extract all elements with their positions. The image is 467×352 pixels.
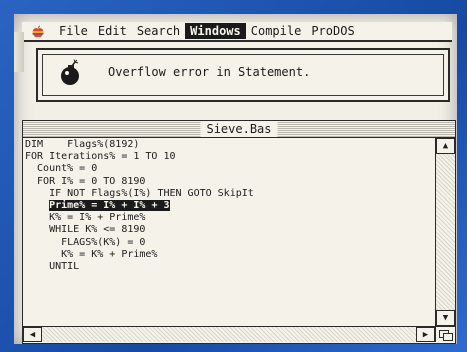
resize-box-icon[interactable]: [435, 326, 455, 342]
menu-compile[interactable]: Compile: [246, 23, 307, 39]
code-line[interactable]: K% = K% + Prime%: [25, 249, 433, 261]
code-line[interactable]: Count% = 0: [25, 163, 433, 175]
code-line[interactable]: IF NOT Flags%(I%) THEN GOTO SkipIt: [25, 188, 433, 200]
scroll-down-arrow-icon[interactable]: ▼: [436, 310, 455, 326]
apple-menu-icon[interactable]: [30, 24, 46, 38]
screen: File Edit Search Windows Compile ProDOS …: [14, 14, 457, 344]
code-line-highlighted[interactable]: Prime% = I% + I% + 3: [25, 199, 433, 212]
code-line[interactable]: UNTIL: [25, 261, 433, 273]
menu-search[interactable]: Search: [132, 23, 185, 39]
error-highlight: Prime% = I% + I% + 3: [49, 199, 170, 211]
scroll-right-arrow-icon[interactable]: ▶: [416, 327, 435, 342]
menu-windows[interactable]: Windows: [185, 23, 246, 39]
window-title: Sieve.Bas: [200, 121, 278, 137]
menu-edit[interactable]: Edit: [93, 23, 132, 39]
code-line[interactable]: DIM Flags%(8192): [25, 139, 433, 151]
bomb-icon: [58, 59, 84, 87]
resize-box-front: [443, 333, 453, 341]
code-editor[interactable]: DIM Flags%(8192) FOR Iterations% = 1 TO …: [25, 139, 433, 325]
error-alert: Overflow error in Statement.: [36, 48, 450, 102]
window-title-bar[interactable]: Sieve.Bas: [23, 121, 455, 138]
menu-prodos[interactable]: ProDOS: [306, 23, 359, 39]
code-line[interactable]: FOR I% = 0 TO 8190: [25, 176, 433, 188]
scroll-up-arrow-icon[interactable]: ▲: [436, 138, 455, 154]
alert-message: Overflow error in Statement.: [108, 65, 311, 79]
code-line[interactable]: FOR Iterations% = 1 TO 10: [25, 151, 433, 163]
menu-bar: File Edit Search Windows Compile ProDOS: [22, 22, 452, 42]
page-curl: [14, 32, 24, 72]
code-line[interactable]: FLAGS%(K%) = 0: [25, 237, 433, 249]
code-line[interactable]: WHILE K% <= 8190: [25, 224, 433, 236]
vertical-scrollbar[interactable]: ▲ ▼: [435, 138, 455, 326]
scroll-left-arrow-icon[interactable]: ◀: [23, 327, 42, 342]
code-line[interactable]: K% = I% + Prime%: [25, 212, 433, 224]
horizontal-scrollbar[interactable]: ◀ ▶: [23, 326, 435, 342]
editor-window: Sieve.Bas DIM Flags%(8192) FOR Iteration…: [22, 120, 456, 344]
menu-file[interactable]: File: [54, 23, 93, 39]
